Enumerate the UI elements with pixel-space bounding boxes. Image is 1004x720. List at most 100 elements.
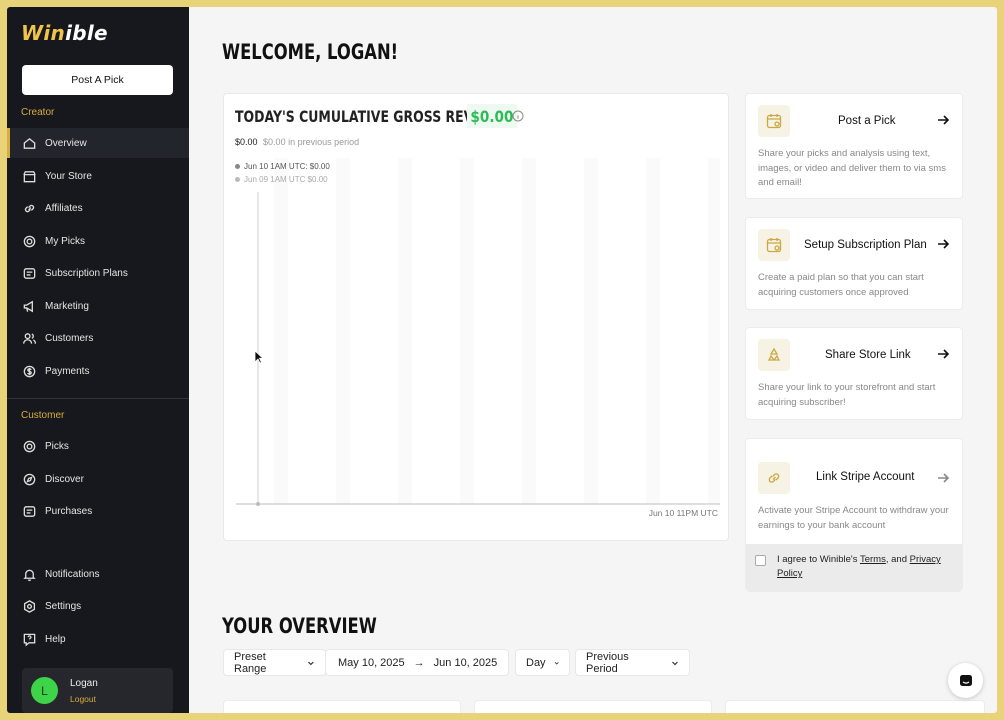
arrow-right-icon: [938, 473, 950, 483]
calendar-icon: [758, 229, 790, 261]
post-a-pick-button[interactable]: Post A Pick: [22, 65, 173, 95]
chart-tooltip: Jun 10 1AM UTC: $0.00 Jun 09 1AM UTC $0.…: [235, 160, 330, 186]
overview-stat-card: [725, 700, 985, 713]
sidebar-item-label: Help: [45, 633, 66, 645]
sidebar-item-marketing[interactable]: Marketing: [7, 291, 189, 321]
card-title: Setup Subscription Plan: [804, 239, 927, 251]
terms-text: I agree to Winible's Terms, and Privacy …: [777, 554, 941, 579]
users-icon: [21, 330, 37, 346]
sidebar: Winible Post A Pick Creator Overview You…: [7, 7, 189, 713]
chat-icon: [959, 674, 972, 686]
creator-section-label: Creator: [21, 107, 55, 118]
arrow-right-icon: [938, 115, 950, 125]
sidebar-item-subscription-plans[interactable]: Subscription Plans: [7, 258, 189, 288]
sidebar-item-discover[interactable]: Discover: [7, 464, 189, 494]
revenue-card: TODAY'S CUMULATIVE GROSS REVENUE $0.00 $…: [223, 93, 729, 541]
chevron-down-icon: [672, 661, 678, 665]
chat-support-button[interactable]: [948, 663, 983, 698]
sidebar-item-picks[interactable]: Picks: [7, 431, 189, 461]
terms-checkbox[interactable]: [755, 555, 766, 566]
granularity-select[interactable]: Day: [515, 649, 570, 676]
link-icon: [21, 200, 37, 216]
terms-agreement: I agree to Winible's Terms, and Privacy …: [746, 544, 962, 592]
avatar: L: [31, 677, 58, 704]
sidebar-item-label: Settings: [45, 600, 82, 612]
compass-icon: [21, 471, 37, 487]
arrow-right-icon: [938, 349, 950, 359]
sidebar-item-label: Subscription Plans: [45, 267, 128, 279]
chart-vertical-bands: [274, 158, 720, 504]
logo[interactable]: Winible: [21, 21, 108, 45]
target-icon: [21, 438, 37, 454]
card-title: Post a Pick: [838, 115, 896, 127]
date-from: May 10, 2025: [338, 656, 405, 669]
revenue-previous: $0.00 in previous period: [263, 137, 360, 147]
share-store-link-card[interactable]: Share Store Link Share your link to your…: [745, 327, 963, 420]
dollar-icon: [21, 363, 37, 379]
gear-icon: [21, 598, 37, 614]
sidebar-item-label: Purchases: [45, 505, 93, 517]
arrow-right-icon: →: [413, 656, 425, 669]
sidebar-item-payments[interactable]: Payments: [7, 356, 189, 386]
card-description: Share your link to your storefront and s…: [758, 382, 936, 408]
revenue-chart[interactable]: [234, 158, 720, 518]
link-icon: [758, 462, 790, 494]
chevron-down-icon: [308, 661, 314, 665]
card-description: Share your picks and analysis using text…: [758, 148, 946, 188]
link-stripe-card[interactable]: Link Stripe Account Activate your Stripe…: [745, 438, 963, 592]
sidebar-item-label: Discover: [45, 473, 84, 485]
page-title: WELCOME, LOGAN!: [222, 40, 399, 64]
revenue-amount-badge: $0.00: [467, 104, 517, 128]
post-a-pick-card[interactable]: Post a Pick Share your picks and analysi…: [745, 93, 963, 199]
chart-point: [256, 502, 260, 506]
arrow-right-icon: [938, 239, 950, 249]
customer-section-label: Customer: [21, 410, 65, 421]
recycle-icon: [758, 339, 790, 371]
compare-period-select[interactable]: Previous Period: [575, 649, 690, 676]
preset-range-select[interactable]: Preset Range: [223, 649, 326, 676]
app-window: Winible Post A Pick Creator Overview You…: [7, 7, 997, 713]
tooltip-current: Jun 10 1AM UTC: $0.00: [235, 160, 330, 173]
user-card[interactable]: L Logan Logout: [22, 668, 173, 713]
sidebar-item-overview[interactable]: Overview: [7, 128, 189, 158]
sidebar-item-label: My Picks: [45, 235, 85, 247]
card-description: Create a paid plan so that you can start…: [758, 272, 924, 298]
help-icon: [21, 631, 37, 647]
card-title: Share Store Link: [825, 349, 911, 361]
mouse-cursor-icon: [254, 350, 264, 364]
setup-subscription-card[interactable]: Setup Subscription Plan Create a paid pl…: [745, 217, 963, 310]
plans-icon: [21, 265, 37, 281]
sidebar-item-customers[interactable]: Customers: [7, 323, 189, 353]
sidebar-item-label: Customers: [45, 332, 94, 344]
plans-icon: [21, 503, 37, 519]
sidebar-item-affiliates[interactable]: Affiliates: [7, 193, 189, 223]
home-icon: [21, 135, 37, 151]
store-icon: [21, 168, 37, 184]
sidebar-item-notifications[interactable]: Notifications: [7, 559, 189, 589]
terms-link[interactable]: Terms: [860, 554, 886, 565]
sidebar-item-label: Notifications: [45, 568, 100, 580]
sidebar-item-settings[interactable]: Settings: [7, 591, 189, 621]
bell-icon: [21, 566, 37, 582]
target-icon: [21, 233, 37, 249]
sidebar-item-label: Marketing: [45, 300, 89, 312]
sidebar-divider: [7, 398, 189, 399]
overview-stat-card: [474, 700, 712, 713]
overview-title: YOUR OVERVIEW: [222, 614, 377, 638]
revenue-current: $0.00: [235, 137, 258, 147]
sidebar-item-label: Your Store: [45, 170, 92, 182]
date-range-picker[interactable]: May 10, 2025 → Jun 10, 2025: [325, 649, 509, 676]
user-name: Logan: [70, 677, 98, 689]
calendar-icon: [758, 105, 790, 137]
logout-link[interactable]: Logout: [70, 694, 98, 704]
overview-stat-card: [223, 700, 461, 713]
sidebar-item-your-store[interactable]: Your Store: [7, 161, 189, 191]
sidebar-item-my-picks[interactable]: My Picks: [7, 226, 189, 256]
sidebar-item-label: Picks: [45, 440, 69, 452]
sidebar-item-label: Payments: [45, 365, 90, 377]
info-icon[interactable]: [512, 110, 524, 122]
sidebar-item-purchases[interactable]: Purchases: [7, 496, 189, 526]
card-description: Activate your Stripe Account to withdraw…: [758, 505, 949, 531]
chart-x-end-label: Jun 10 11PM UTC: [648, 508, 718, 518]
sidebar-item-help[interactable]: Help: [7, 624, 189, 654]
